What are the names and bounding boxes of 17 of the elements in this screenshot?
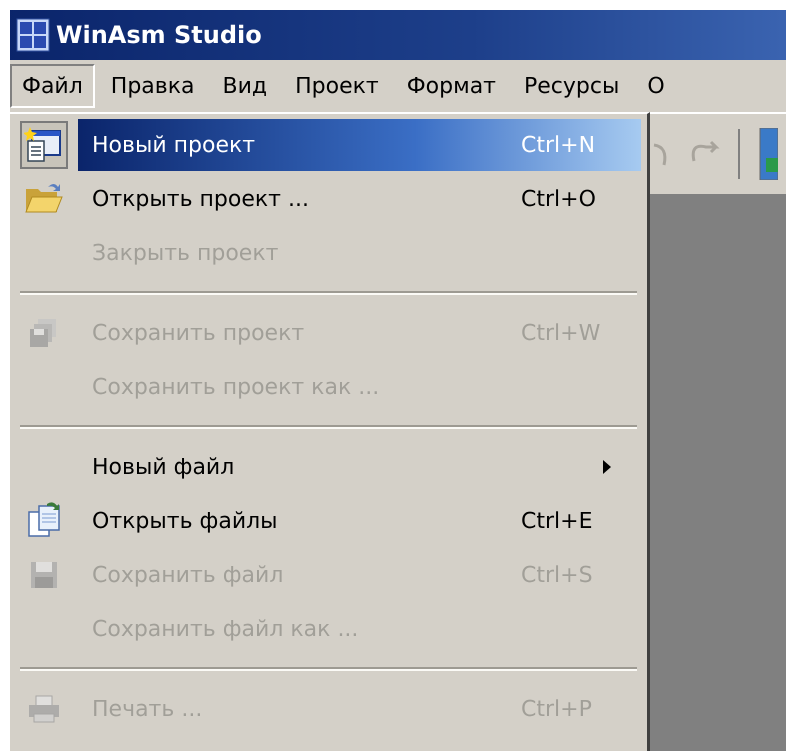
menu-item[interactable]: Новый проект Ctrl+N [78,119,641,171]
menu-bar-item[interactable]: Формат [394,64,508,108]
printer-icon [27,694,61,724]
menu-item[interactable]: Открыть файлы Ctrl+E [78,495,641,547]
window-title: WinAsm Studio [56,20,262,51]
menu-bar-item[interactable]: Правка [98,64,207,108]
menu-bar-item[interactable]: Проект [283,64,391,108]
new-project-icon [24,125,64,165]
menu-bar-item[interactable]: Вид [210,64,280,108]
submenu-arrow-icon [603,460,611,474]
menu-item[interactable]: Новый файл [78,441,641,493]
toolbar-icon[interactable] [758,128,778,180]
menu-item[interactable]: Открыть проект ... Ctrl+O [78,173,641,225]
menu-bar-item[interactable]: Ресурсы [512,64,632,108]
app-logo-icon [16,18,50,52]
menu-bar-item[interactable]: О [635,64,677,108]
menu-bar-item[interactable]: Файл [10,64,95,108]
